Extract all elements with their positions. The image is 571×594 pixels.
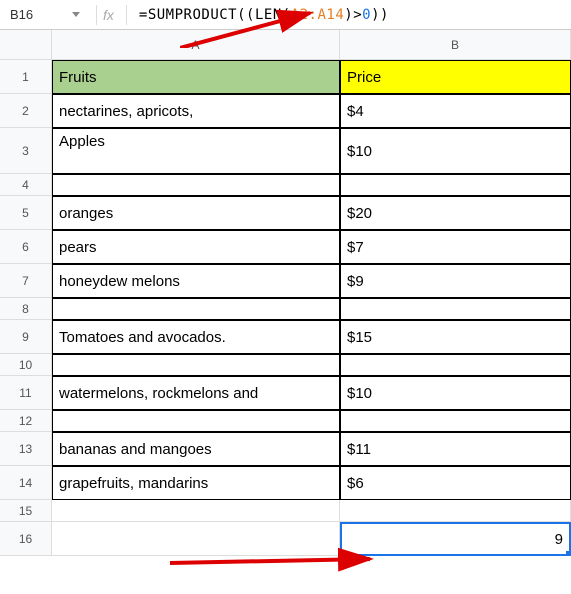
cell-a8[interactable] xyxy=(52,298,340,320)
row-header[interactable]: 8 xyxy=(0,298,52,320)
cell-b5[interactable]: $20 xyxy=(340,196,571,230)
cell-b7[interactable]: $9 xyxy=(340,264,571,298)
header-fruits[interactable]: Fruits xyxy=(52,60,340,94)
cell-b2[interactable]: $4 xyxy=(340,94,571,128)
row-header[interactable]: 7 xyxy=(0,264,52,298)
name-box[interactable]: B16 xyxy=(0,7,90,22)
cell-a13[interactable]: bananas and mangoes xyxy=(52,432,340,466)
divider xyxy=(96,5,97,25)
cell-a4[interactable] xyxy=(52,174,340,196)
row-header[interactable]: 10 xyxy=(0,354,52,376)
cell-a5[interactable]: oranges xyxy=(52,196,340,230)
cell-b11[interactable]: $10 xyxy=(340,376,571,410)
row-header[interactable]: 14 xyxy=(0,466,52,500)
cell-a10[interactable] xyxy=(52,354,340,376)
cell-a7[interactable]: honeydew melons xyxy=(52,264,340,298)
formula-input[interactable]: =SUMPRODUCT((LEN(A2:A14)>0)) xyxy=(133,7,571,23)
cell-b10[interactable] xyxy=(340,354,571,376)
cell-b12[interactable] xyxy=(340,410,571,432)
cell-reference: B16 xyxy=(10,7,33,22)
row-header[interactable]: 6 xyxy=(0,230,52,264)
spreadsheet-grid[interactable]: A B 1 Fruits Price 2 nectarines, apricot… xyxy=(0,30,571,556)
cell-a3[interactable]: Apples xyxy=(52,128,340,174)
row-header[interactable]: 2 xyxy=(0,94,52,128)
row-header[interactable]: 15 xyxy=(0,500,52,522)
row-header[interactable]: 9 xyxy=(0,320,52,354)
cell-a14[interactable]: grapefruits, mandarins xyxy=(52,466,340,500)
cell-b13[interactable]: $11 xyxy=(340,432,571,466)
column-header-b[interactable]: B xyxy=(340,30,571,60)
cell-a6[interactable]: pears xyxy=(52,230,340,264)
cell-b14[interactable]: $6 xyxy=(340,466,571,500)
divider xyxy=(126,5,127,25)
cell-b8[interactable] xyxy=(340,298,571,320)
cell-a9[interactable]: Tomatoes and avocados. xyxy=(52,320,340,354)
cell-a11[interactable]: watermelons, rockmelons and xyxy=(52,376,340,410)
cell-b16-selected[interactable]: 9 xyxy=(340,522,571,556)
select-all-corner[interactable] xyxy=(0,30,52,60)
row-header[interactable]: 11 xyxy=(0,376,52,410)
row-header[interactable]: 4 xyxy=(0,174,52,196)
header-price[interactable]: Price xyxy=(340,60,571,94)
cell-a16[interactable] xyxy=(52,522,340,556)
cell-b9[interactable]: $15 xyxy=(340,320,571,354)
row-header[interactable]: 12 xyxy=(0,410,52,432)
chevron-down-icon[interactable] xyxy=(72,12,80,17)
row-header[interactable]: 16 xyxy=(0,522,52,556)
row-header[interactable]: 13 xyxy=(0,432,52,466)
cell-a12[interactable] xyxy=(52,410,340,432)
cell-b3[interactable]: $10 xyxy=(340,128,571,174)
fx-icon: fx xyxy=(103,7,120,23)
cell-b4[interactable] xyxy=(340,174,571,196)
cell-b6[interactable]: $7 xyxy=(340,230,571,264)
cell-a15[interactable] xyxy=(52,500,340,522)
row-header[interactable]: 1 xyxy=(0,60,52,94)
row-header[interactable]: 3 xyxy=(0,128,52,174)
row-header[interactable]: 5 xyxy=(0,196,52,230)
cell-b15[interactable] xyxy=(340,500,571,522)
cell-a2[interactable]: nectarines, apricots, xyxy=(52,94,340,128)
column-header-a[interactable]: A xyxy=(52,30,340,60)
formula-bar: B16 fx =SUMPRODUCT((LEN(A2:A14)>0)) xyxy=(0,0,571,30)
